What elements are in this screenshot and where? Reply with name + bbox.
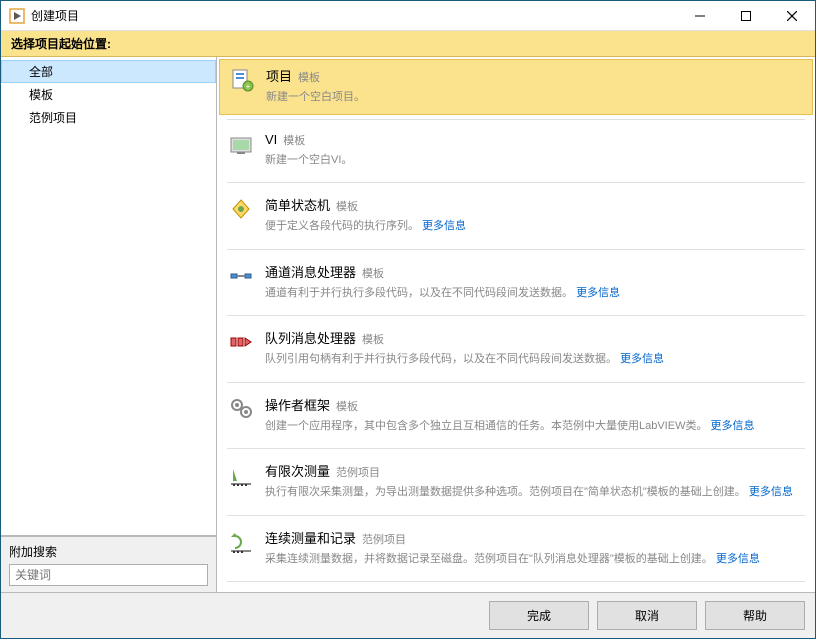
sidebar: 全部模板范例项目 附加搜索	[1, 57, 217, 592]
dialog-window: 创建项目 选择项目起始位置: 全部模板范例项目 附加搜索 +项目模板新建一个空白…	[0, 0, 816, 639]
more-info-link[interactable]: 更多信息	[576, 287, 620, 299]
item-description: 创建一个应用程序，其中包含多个独立且互相通信的任务。本范例中大量使用LabVIE…	[265, 418, 805, 435]
channel-icon	[227, 262, 255, 290]
item-title: 项目	[266, 69, 292, 84]
search-label: 附加搜索	[9, 543, 208, 560]
separator	[227, 182, 805, 183]
separator	[227, 382, 805, 383]
separator	[227, 119, 805, 120]
item-category: 模板	[298, 72, 320, 84]
list-item[interactable]: 通道消息处理器模板通道有利于并行执行多段代码，以及在不同代码段间发送数据。 更多…	[217, 254, 815, 312]
minimize-button[interactable]	[677, 1, 723, 30]
item-title: 连续测量和记录	[265, 531, 356, 546]
list-item[interactable]: + 项目模板新建一个空白项目。	[219, 59, 813, 115]
item-description: 队列引用句柄有利于并行执行多段代码，以及在不同代码段间发送数据。 更多信息	[265, 351, 805, 368]
item-description: 通道有利于并行执行多段代码，以及在不同代码段间发送数据。 更多信息	[265, 285, 805, 302]
item-description: 新建一个空白项目。	[266, 89, 804, 106]
separator	[227, 448, 805, 449]
window-title: 创建项目	[31, 7, 677, 24]
close-button[interactable]	[769, 1, 815, 30]
app-icon	[9, 8, 25, 24]
separator	[227, 315, 805, 316]
item-title: 简单状态机	[265, 198, 330, 213]
separator	[227, 249, 805, 250]
separator	[227, 515, 805, 516]
item-title: 队列消息处理器	[265, 331, 356, 346]
item-description: 新建一个空白VI。	[265, 152, 805, 169]
item-category: 模板	[283, 135, 305, 147]
item-description: 执行有限次采集测量，为导出测量数据提供多种选项。范例项目在"简单状态机"模板的基…	[265, 484, 805, 501]
list-item[interactable]: 队列消息处理器模板队列引用句柄有利于并行执行多段代码，以及在不同代码段间发送数据…	[217, 320, 815, 378]
more-info-link[interactable]: 更多信息	[620, 353, 664, 365]
list-item[interactable]: 简单状态机模板便于定义各段代码的执行序列。 更多信息	[217, 187, 815, 245]
finite-icon	[227, 461, 255, 489]
list-item[interactable]: VI 模板新建一个空白VI。	[217, 124, 815, 179]
item-description: 便于定义各段代码的执行序列。 更多信息	[265, 218, 805, 235]
continuous-icon	[227, 528, 255, 556]
list-item[interactable]: 连续测量和记录范例项目采集连续测量数据，并将数据记录至磁盘。范例项目在"队列消息…	[217, 520, 815, 578]
more-info-link[interactable]: 更多信息	[422, 220, 466, 232]
help-button[interactable]: 帮助	[705, 601, 805, 630]
cancel-button[interactable]: 取消	[597, 601, 697, 630]
list-item[interactable]: 操作者框架模板创建一个应用程序，其中包含多个独立且互相通信的任务。本范例中大量使…	[217, 387, 815, 445]
sidebar-item-2[interactable]: 范例项目	[1, 106, 216, 129]
sidebar-tree: 全部模板范例项目	[1, 57, 216, 536]
item-category: 模板	[362, 268, 384, 280]
svg-text:+: +	[246, 82, 251, 91]
sidebar-item-1[interactable]: 模板	[1, 83, 216, 106]
separator	[227, 581, 805, 582]
list-item[interactable]: 有限次测量范例项目执行有限次采集测量，为导出测量数据提供多种选项。范例项目在"简…	[217, 453, 815, 511]
item-category: 范例项目	[362, 534, 406, 546]
vi-icon	[227, 132, 255, 160]
item-category: 模板	[362, 334, 384, 346]
template-list[interactable]: +项目模板新建一个空白项目。VI模板新建一个空白VI。简单状态机模板便于定义各段…	[217, 57, 815, 592]
project-icon: +	[228, 66, 256, 94]
sidebar-item-0[interactable]: 全部	[1, 60, 216, 83]
item-category: 范例项目	[336, 467, 380, 479]
maximize-button[interactable]	[723, 1, 769, 30]
titlebar: 创建项目	[1, 1, 815, 31]
item-title: 有限次测量	[265, 464, 330, 479]
statemachine-icon	[227, 195, 255, 223]
item-title: VI	[265, 132, 277, 147]
item-description: 采集连续测量数据，并将数据记录至磁盘。范例项目在"队列消息处理器"模板的基础上创…	[265, 551, 805, 568]
queue-icon	[227, 328, 255, 356]
actor-icon	[227, 395, 255, 423]
more-info-link[interactable]: 更多信息	[711, 420, 755, 432]
item-title: 通道消息处理器	[265, 265, 356, 280]
subtitle-bar: 选择项目起始位置:	[1, 31, 815, 57]
main-panel: +项目模板新建一个空白项目。VI模板新建一个空白VI。简单状态机模板便于定义各段…	[217, 57, 815, 592]
item-title: 操作者框架	[265, 398, 330, 413]
item-category: 模板	[336, 401, 358, 413]
finish-button[interactable]: 完成	[489, 601, 589, 630]
search-input[interactable]	[9, 564, 208, 586]
item-category: 模板	[336, 201, 358, 213]
footer: 完成 取消 帮助	[1, 592, 815, 638]
sidebar-search-panel: 附加搜索	[1, 536, 216, 592]
more-info-link[interactable]: 更多信息	[749, 486, 793, 498]
more-info-link[interactable]: 更多信息	[716, 553, 760, 565]
